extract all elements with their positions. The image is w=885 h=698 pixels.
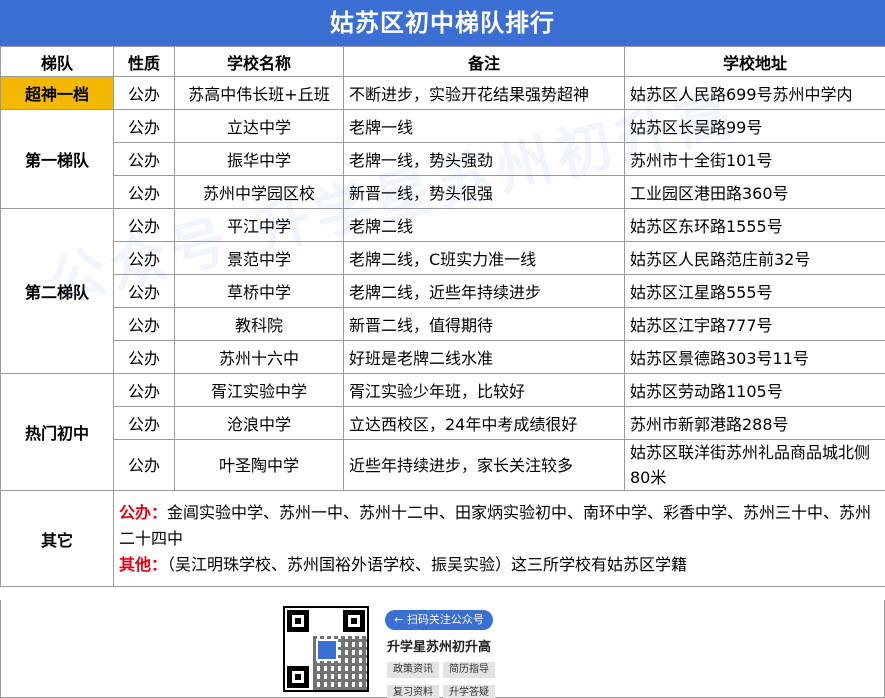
- school-note: 新晋一线，势头很强: [343, 175, 625, 209]
- school-type: 公办: [113, 241, 175, 275]
- school-address: 苏州市十全街101号: [624, 142, 885, 176]
- qr-finder: [343, 610, 365, 632]
- school-type: 公办: [113, 439, 175, 491]
- table-row: 超神一档 公办 苏高中伟长班+丘班 不断进步，实验开花结果强势超神 姑苏区人民路…: [0, 76, 885, 110]
- qr-code-icon[interactable]: [283, 606, 369, 692]
- school-type: 公办: [113, 208, 175, 242]
- other-schools-cell: 公办：金阊实验中学、苏州一中、苏州十二中、田家炳实验初中、南环中学、彩香中学、苏…: [113, 490, 885, 587]
- school-type: 公办: [113, 274, 175, 308]
- school-note: 老牌二线，近些年持续进步: [343, 274, 625, 308]
- table-row: 热门初中 公办 胥江实验中学 胥江实验少年班，比较好 姑苏区劳动路1105号: [0, 373, 885, 491]
- qr-finder: [287, 666, 309, 688]
- table-row: 公办 叶圣陶中学 近些年持续进步，家长关注较多 姑苏区联洋街苏州礼品商品城北侧8…: [1, 439, 885, 491]
- header-address: 学校地址: [624, 46, 885, 77]
- school-address: 姑苏区长吴路99号: [624, 109, 885, 143]
- school-type: 公办: [113, 307, 175, 341]
- table-row: 公办 教科院 新晋二线，值得期待 姑苏区江宇路777号: [1, 307, 885, 341]
- public-label: 公办：: [119, 502, 168, 522]
- school-name: 沧浪中学: [174, 406, 344, 440]
- service-tags: 政策资讯 简历指导复习资料 升学答疑: [387, 657, 507, 698]
- school-type: 公办: [113, 142, 175, 176]
- school-note: 立达西校区，24年中考成绩很好: [343, 406, 625, 440]
- table-row: 公办 苏州中学园区校 新晋一线，势头很强 工业园区港田路360号: [1, 175, 885, 209]
- school-note: 近些年持续进步，家长关注较多: [343, 439, 625, 491]
- school-name: 振华中学: [174, 142, 344, 176]
- follow-account-button[interactable]: ← 扫码关注公众号: [385, 610, 493, 630]
- ranking-table: 梯队 性质 学校名称 备注 学校地址 超神一档 公办 苏高中伟长班+丘班 不断进…: [0, 46, 885, 587]
- header-row: 梯队 性质 学校名称 备注 学校地址: [0, 46, 885, 77]
- school-name: 苏州十六中: [174, 340, 344, 374]
- school-name: 苏高中伟长班+丘班: [174, 76, 344, 110]
- school-address: 姑苏区人民路699号苏州中学内: [624, 76, 885, 110]
- misc-label: 其他：: [119, 554, 168, 574]
- qr-finder: [287, 610, 309, 632]
- school-address: 姑苏区江宇路777号: [624, 307, 885, 341]
- school-name: 叶圣陶中学: [174, 439, 344, 491]
- school-type: 公办: [113, 406, 175, 440]
- school-note: 好班是老牌二线水准: [343, 340, 625, 374]
- school-type: 公办: [113, 76, 175, 110]
- school-name: 草桥中学: [174, 274, 344, 308]
- school-address: 苏州市新郭港路288号: [624, 406, 885, 440]
- table-row: 公办 草桥中学 老牌二线，近些年持续进步 姑苏区江星路555号: [1, 274, 885, 308]
- table-row: 公办 景范中学 老牌二线，C班实力准一线 姑苏区人民路范庄前32号: [1, 241, 885, 275]
- tier-label: 其它: [0, 490, 114, 587]
- tier-label: 第一梯队: [0, 109, 114, 209]
- school-note: 胥江实验少年班，比较好: [343, 373, 625, 407]
- school-address: 姑苏区人民路范庄前32号: [624, 241, 885, 275]
- school-address: 姑苏区联洋街苏州礼品商品城北侧80米: [624, 439, 885, 491]
- table-row: 公办 沧浪中学 立达西校区，24年中考成绩很好 苏州市新郭港路288号: [1, 406, 885, 440]
- school-type: 公办: [113, 373, 175, 407]
- header-type: 性质: [113, 46, 175, 77]
- school-type: 公办: [113, 109, 175, 143]
- school-address: 姑苏区江星路555号: [624, 274, 885, 308]
- tag-review: 复习资料: [387, 685, 439, 698]
- tag-resume: 简历指导: [443, 662, 495, 678]
- header-tier: 梯队: [0, 46, 114, 77]
- school-name: 平江中学: [174, 208, 344, 242]
- school-address: 姑苏区东环路1555号: [624, 208, 885, 242]
- header-school-name: 学校名称: [174, 46, 344, 77]
- tag-policy: 政策资讯: [387, 662, 439, 678]
- school-name: 教科院: [174, 307, 344, 341]
- school-note: 新晋二线，值得期待: [343, 307, 625, 341]
- school-note: 老牌一线，势头强劲: [343, 142, 625, 176]
- public-schools-text: 金阊实验中学、苏州一中、苏州十二中、田家炳实验初中、南环中学、彩香中学、苏州三十…: [119, 502, 872, 548]
- table-row: 公办 振华中学 老牌一线，势头强劲 苏州市十全街101号: [1, 142, 885, 176]
- school-type: 公办: [113, 340, 175, 374]
- school-address: 工业园区港田路360号: [624, 175, 885, 209]
- school-note: 老牌二线: [343, 208, 625, 242]
- school-note: 不断进步，实验开花结果强势超神: [343, 76, 625, 110]
- account-name: 升学星苏州初升高: [387, 640, 492, 655]
- school-note: 老牌一线: [343, 109, 625, 143]
- school-address: 姑苏区劳动路1105号: [624, 373, 885, 407]
- table-row: 第二梯队 公办 平江中学 老牌二线 姑苏区东环路1555号: [0, 208, 885, 374]
- school-name: 景范中学: [174, 241, 344, 275]
- tier-label: 第二梯队: [0, 208, 114, 374]
- school-type: 公办: [113, 175, 175, 209]
- header-note: 备注: [343, 46, 625, 77]
- tier-label: 超神一档: [0, 76, 114, 110]
- table-row: 第一梯队 公办 立达中学 老牌一线 姑苏区长吴路99号: [0, 109, 885, 209]
- table-row-other: 其它 公办：金阊实验中学、苏州一中、苏州十二中、田家炳实验初中、南环中学、彩香中…: [0, 490, 885, 587]
- table-row: 公办 苏州十六中 好班是老牌二线水准 姑苏区景德路303号11号: [1, 340, 885, 374]
- school-note: 老牌二线，C班实力准一线: [343, 241, 625, 275]
- misc-schools-text: （吴江明珠学校、苏州国裕外语学校、振吴实验）这三所学校有姑苏区学籍: [167, 554, 688, 574]
- school-name: 苏州中学园区校: [174, 175, 344, 209]
- school-address: 姑苏区景德路303号11号: [624, 340, 885, 374]
- page-title: 姑苏区初中梯队排行: [0, 0, 885, 46]
- school-name: 立达中学: [174, 109, 344, 143]
- school-name: 胥江实验中学: [174, 373, 344, 407]
- footer-promo: ← 扫码关注公众号 升学星苏州初升高 政策资讯 简历指导复习资料 升学答疑: [0, 600, 885, 698]
- qr-logo: [316, 639, 338, 661]
- tag-qa: 升学答疑: [443, 685, 495, 698]
- tier-label: 热门初中: [0, 373, 114, 491]
